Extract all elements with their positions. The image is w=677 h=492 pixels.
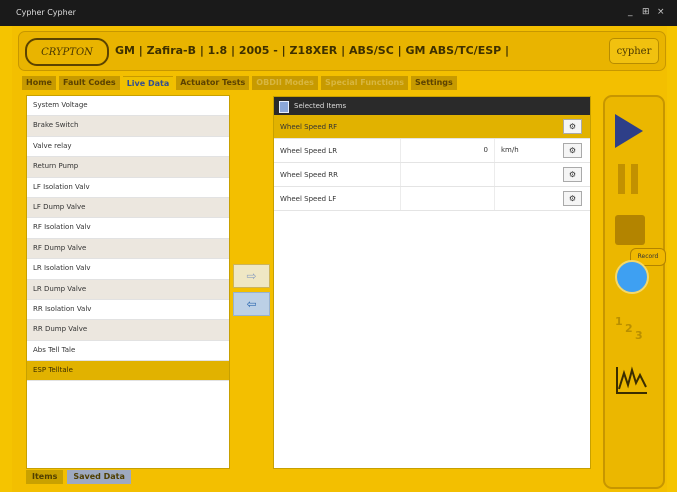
table-row[interactable]: Wheel Speed LF ⚙: [274, 187, 590, 211]
remove-item-button[interactable]: ⇦: [233, 292, 270, 316]
item-value: [400, 187, 494, 210]
item-name: Wheel Speed LF: [280, 194, 337, 203]
item-unit: [494, 163, 552, 186]
tab-home[interactable]: Home: [22, 76, 56, 90]
window-title: Cypher Cypher: [16, 8, 76, 17]
table-row[interactable]: Wheel Speed RR ⚙: [274, 163, 590, 187]
play-icon[interactable]: [615, 114, 643, 148]
item-value: [400, 163, 494, 186]
item-name: Wheel Speed RR: [280, 170, 339, 179]
item-unit: [494, 187, 552, 210]
list-item[interactable]: LF Dump Valve: [27, 197, 229, 219]
gear-icon[interactable]: ⚙: [563, 167, 582, 182]
record-icon[interactable]: [615, 260, 649, 294]
list-item-selected[interactable]: ESP Telltale: [27, 361, 229, 382]
available-items-list: System Voltage Brake Switch Valve relay …: [26, 95, 230, 469]
vehicle-info: GM | Zafira-B | 1.8 | 2005 - | Z18XER | …: [115, 44, 510, 57]
arrow-right-icon: ⇨: [246, 269, 257, 283]
tab-settings[interactable]: Settings: [411, 76, 457, 90]
title-bar: Cypher Cypher _ ⊞ ×: [0, 0, 677, 26]
list-item[interactable]: RR Isolation Valv: [27, 299, 229, 321]
main-tabs: Home Fault Codes Live Data Actuator Test…: [22, 76, 457, 90]
list-item[interactable]: LR Dump Valve: [27, 279, 229, 300]
add-item-button[interactable]: ⇨: [233, 264, 270, 288]
minimize-button[interactable]: _: [628, 7, 633, 17]
control-sidebar: Record 1 2 3: [603, 95, 666, 489]
list-item[interactable]: LF Isolation Valv: [27, 177, 229, 198]
list-item[interactable]: Return Pump: [27, 157, 229, 178]
tab-special-functions: Special Functions: [320, 76, 408, 90]
tab-items[interactable]: Items: [26, 470, 64, 484]
list-item[interactable]: System Voltage: [27, 96, 229, 117]
stop-icon[interactable]: [615, 215, 645, 245]
numbered-view-icon[interactable]: 1 2 3: [615, 315, 649, 343]
selected-items-header: Selected Items: [274, 97, 590, 115]
crypton-logo: CRYPTON: [25, 38, 109, 66]
list-item[interactable]: Brake Switch: [27, 116, 229, 137]
item-value: 0: [400, 139, 494, 162]
cypher-button[interactable]: cypher: [609, 38, 659, 64]
list-item[interactable]: LR Isolation Valv: [27, 259, 229, 280]
item-unit: km/h: [494, 139, 552, 162]
list-item[interactable]: Valve relay: [27, 136, 229, 158]
pause-icon[interactable]: [615, 164, 640, 194]
tab-saved-data[interactable]: Saved Data: [67, 470, 131, 484]
tab-actuator-tests[interactable]: Actuator Tests: [176, 76, 250, 90]
gear-icon[interactable]: ⚙: [563, 143, 582, 158]
tab-fault-codes[interactable]: Fault Codes: [58, 76, 120, 90]
arrow-left-icon: ⇦: [246, 297, 257, 311]
list-icon: [279, 101, 289, 113]
gear-icon[interactable]: ⚙: [563, 191, 582, 206]
gear-icon[interactable]: ⚙: [563, 119, 582, 134]
item-name: Wheel Speed RF: [280, 122, 338, 131]
tab-live-data[interactable]: Live Data: [122, 76, 174, 90]
item-name: Wheel Speed LR: [280, 146, 338, 155]
table-row[interactable]: Wheel Speed LR 0 km/h ⚙: [274, 139, 590, 163]
maximize-button[interactable]: ⊞: [642, 7, 650, 17]
list-item[interactable]: Abs Tell Tale: [27, 340, 229, 362]
list-item[interactable]: RF Dump Valve: [27, 238, 229, 260]
tab-obdii-modes: OBDII Modes: [252, 76, 318, 90]
close-button[interactable]: ×: [657, 7, 665, 17]
selected-items-panel: Selected Items Wheel Speed RF ⚙ Wheel Sp…: [273, 96, 591, 469]
list-item[interactable]: RF Isolation Valv: [27, 218, 229, 239]
list-item[interactable]: RR Dump Valve: [27, 320, 229, 341]
table-row[interactable]: Wheel Speed RF ⚙: [274, 115, 590, 139]
header-bar: CRYPTON GM | Zafira-B | 1.8 | 2005 - | Z…: [18, 31, 666, 71]
bottom-tabs: Items Saved Data: [26, 470, 131, 484]
graph-icon[interactable]: [615, 365, 649, 395]
